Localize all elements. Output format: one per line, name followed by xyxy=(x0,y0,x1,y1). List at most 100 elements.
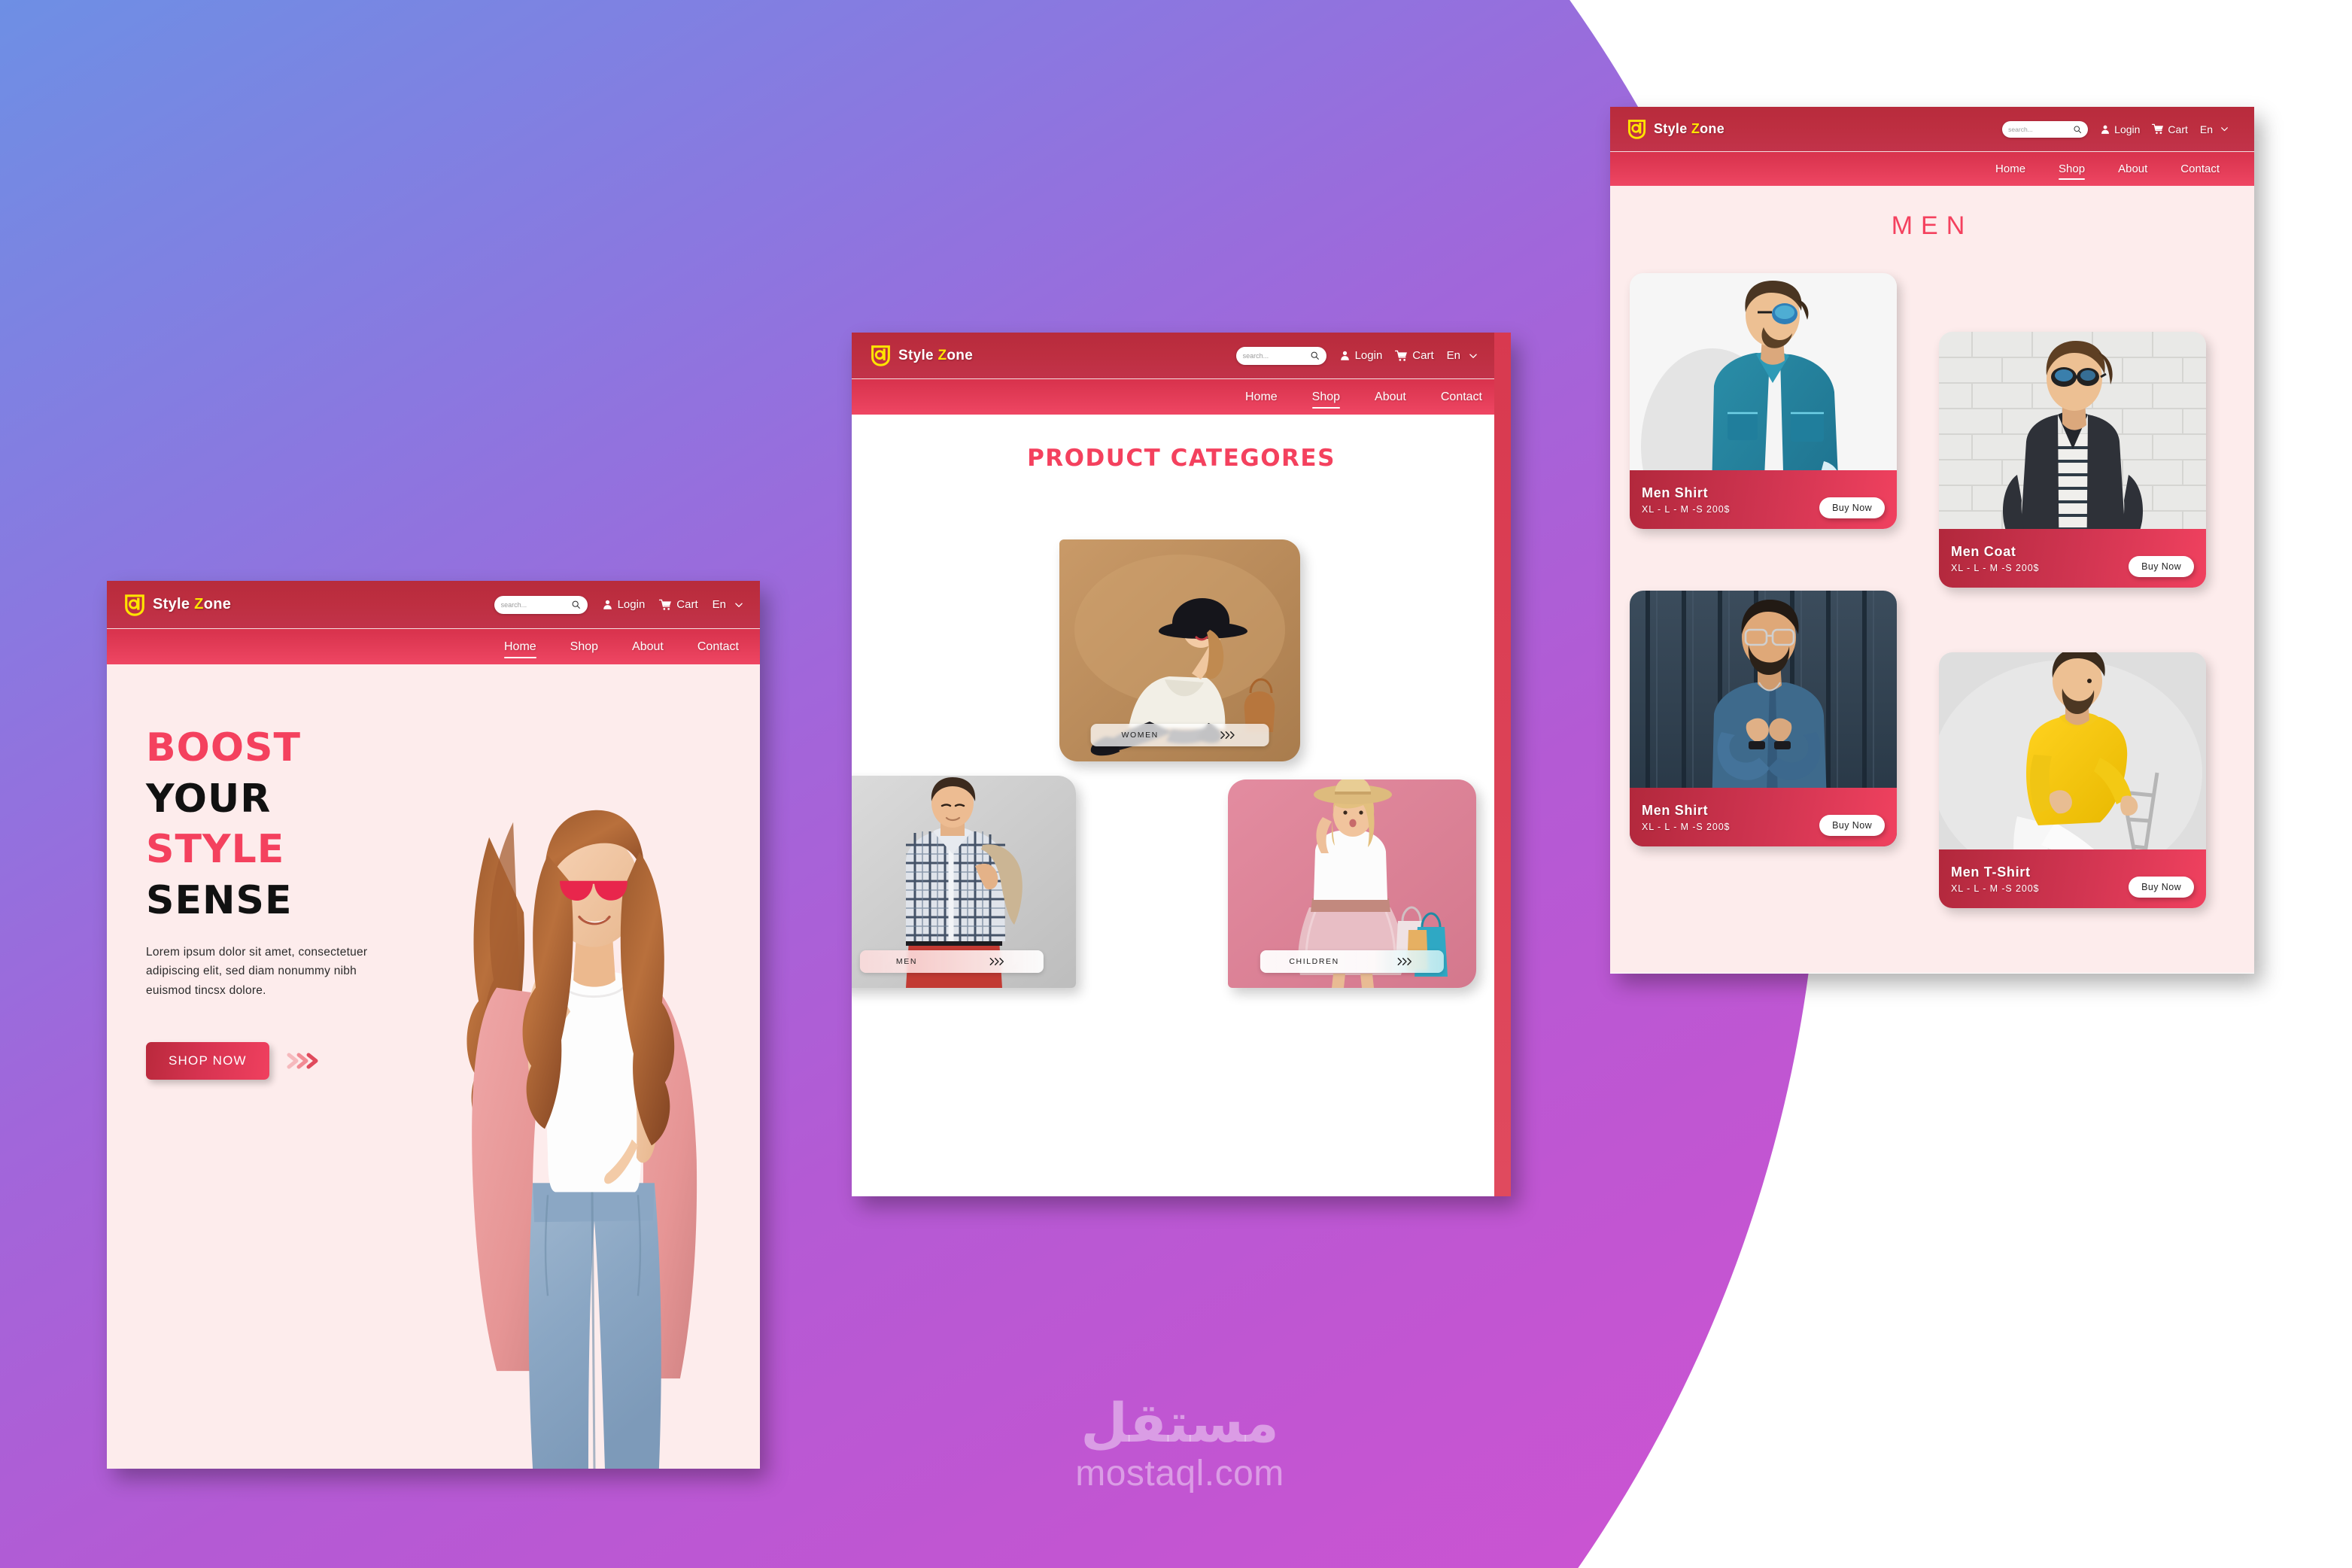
page-title: MEN xyxy=(1891,211,1974,240)
cart-button[interactable]: Cart xyxy=(1395,349,1434,362)
page-title: PRODUCT CATEGORES xyxy=(1027,445,1336,472)
navbar: Home Shop About Contact xyxy=(107,629,760,664)
hero-paragraph: Lorem ipsum dolor sit amet, consectetuer… xyxy=(146,946,368,997)
cart-button[interactable]: Cart xyxy=(2152,123,2188,135)
category-pill-women[interactable]: WOMEN xyxy=(1090,724,1269,746)
nav-item-shop[interactable]: Shop xyxy=(570,640,598,654)
hero-cta-row: SHOP NOW xyxy=(146,1041,394,1080)
category-card-men[interactable]: MEN xyxy=(852,776,1076,988)
chevron-down-icon xyxy=(2220,125,2229,133)
chevron-down-icon xyxy=(1469,351,1478,360)
cart-button[interactable]: Cart xyxy=(659,598,698,611)
user-icon xyxy=(602,599,613,610)
login-label: Login xyxy=(1354,349,1383,362)
hero-line-4: SENSE xyxy=(146,877,293,923)
search-icon[interactable] xyxy=(571,600,581,609)
language-label: En xyxy=(2199,123,2213,135)
men-body: MEN Men Shirt XL - L - M -S 200$ Buy Now… xyxy=(1610,186,2254,973)
shop-now-button[interactable]: SHOP NOW xyxy=(146,1041,269,1080)
hero-line-1: BOOST xyxy=(146,725,301,770)
nav-item-contact[interactable]: Contact xyxy=(1441,390,1482,404)
leaf-shield-logo-icon xyxy=(870,345,892,366)
search-input[interactable]: search... xyxy=(2002,120,2089,138)
mostaql-watermark: مستقل mostaql.com xyxy=(1037,1396,1323,1499)
user-icon xyxy=(1339,350,1351,361)
triple-chevron-right-icon xyxy=(1220,731,1238,740)
buy-now-button[interactable]: Buy Now xyxy=(1819,497,1885,518)
search-placeholder: search... xyxy=(1242,351,1269,360)
topbar: Style Zone search... Login Cart En xyxy=(107,581,760,629)
topbar-actions: search... Login Cart En xyxy=(1235,346,1478,365)
navbar: Home Shop About Contact xyxy=(1610,152,2254,186)
brand-logo[interactable]: Style Zone xyxy=(870,345,973,366)
language-selector[interactable]: En xyxy=(2200,123,2229,135)
watermark-arabic-text: مستقل xyxy=(1080,1391,1279,1454)
topbar: Style Zone search... Login Cart En xyxy=(1610,107,2254,152)
category-label-women: WOMEN xyxy=(1121,731,1159,740)
search-placeholder: search... xyxy=(2008,125,2033,133)
hero-model-photo xyxy=(400,664,754,1469)
brand-name: Style Zone xyxy=(1654,121,1725,136)
leaf-shield-logo-icon xyxy=(1627,119,1647,139)
cart-label: Cart xyxy=(2168,123,2188,135)
nav-item-home[interactable]: Home xyxy=(1995,163,2025,175)
user-icon xyxy=(2100,124,2110,135)
nav-item-shop[interactable]: Shop xyxy=(2059,163,2086,181)
language-selector[interactable]: En xyxy=(713,598,743,611)
login-button[interactable]: Login xyxy=(602,598,646,611)
nav-item-about[interactable]: About xyxy=(2118,163,2147,175)
category-label-children: CHILDREN xyxy=(1289,957,1339,966)
topbar: Style Zone search... Login Cart En xyxy=(852,333,1511,379)
buy-now-button[interactable]: Buy Now xyxy=(2129,877,2194,898)
category-label-men: MEN xyxy=(895,957,918,966)
language-selector[interactable]: En xyxy=(1447,349,1478,362)
navbar: Home Shop About Contact xyxy=(852,379,1511,415)
login-button[interactable]: Login xyxy=(2100,123,2140,135)
search-input[interactable]: search... xyxy=(1235,346,1326,365)
category-card-children[interactable]: CHILDREN xyxy=(1228,779,1476,988)
nav-item-home[interactable]: Home xyxy=(503,640,536,659)
login-button[interactable]: Login xyxy=(1339,349,1383,362)
hero-section: BOOST YOUR STYLE SENSE Lorem ipsum dolor… xyxy=(107,664,760,1469)
brand-name: Style Zone xyxy=(898,347,974,363)
search-icon[interactable] xyxy=(2073,125,2082,134)
category-card-women[interactable]: WOMEN xyxy=(1059,539,1300,761)
hero-copy: BOOST YOUR STYLE SENSE Lorem ipsum dolor… xyxy=(146,723,394,1080)
category-pill-children[interactable]: CHILDREN xyxy=(1260,950,1445,973)
hero-line-2: YOUR xyxy=(146,776,272,822)
login-label: Login xyxy=(2114,123,2141,135)
triple-chevron-right-icon xyxy=(1397,957,1415,966)
category-pill-men[interactable]: MEN xyxy=(859,950,1044,973)
cart-icon xyxy=(2152,123,2164,135)
nav-item-about[interactable]: About xyxy=(1375,390,1406,404)
product-card[interactable]: Men Shirt XL - L - M -S 200$ Buy Now xyxy=(1630,591,1897,846)
watermark-latin-text: mostaql.com xyxy=(1075,1454,1284,1494)
nav-item-home[interactable]: Home xyxy=(1245,390,1278,404)
cart-label: Cart xyxy=(1412,349,1434,362)
language-label: En xyxy=(712,598,726,611)
product-card[interactable]: Men Shirt XL - L - M -S 200$ Buy Now xyxy=(1630,273,1897,529)
hero-line-3: STYLE xyxy=(146,827,285,873)
screen-product-categories: Style Zone search... Login Cart En Home … xyxy=(852,333,1511,1196)
topbar-actions: search... Login Cart En xyxy=(2002,120,2229,138)
product-card[interactable]: Men Coat XL - L - M -S 200$ Buy Now xyxy=(1939,332,2206,588)
nav-item-shop[interactable]: Shop xyxy=(1311,390,1341,409)
buy-now-button[interactable]: Buy Now xyxy=(1819,815,1885,836)
chevron-down-icon xyxy=(734,600,743,609)
right-edge-accent-strip xyxy=(1494,333,1511,1196)
nav-item-contact[interactable]: Contact xyxy=(2180,163,2220,175)
login-label: Login xyxy=(617,598,646,611)
topbar-actions: search... Login Cart En xyxy=(494,595,743,614)
brand-logo[interactable]: Style Zone xyxy=(123,594,231,616)
nav-item-about[interactable]: About xyxy=(632,640,664,654)
leaf-shield-logo-icon xyxy=(123,594,146,616)
triple-chevron-right-icon xyxy=(989,957,1007,966)
search-placeholder: search... xyxy=(500,600,527,609)
search-icon[interactable] xyxy=(1310,351,1320,360)
buy-now-button[interactable]: Buy Now xyxy=(2129,556,2194,577)
double-chevron-right-icon xyxy=(286,1051,321,1071)
brand-logo[interactable]: Style Zone xyxy=(1627,119,1724,139)
product-card[interactable]: Men T-Shirt XL - L - M -S 200$ Buy Now xyxy=(1939,652,2206,908)
nav-item-contact[interactable]: Contact xyxy=(697,640,739,654)
search-input[interactable]: search... xyxy=(494,595,588,614)
